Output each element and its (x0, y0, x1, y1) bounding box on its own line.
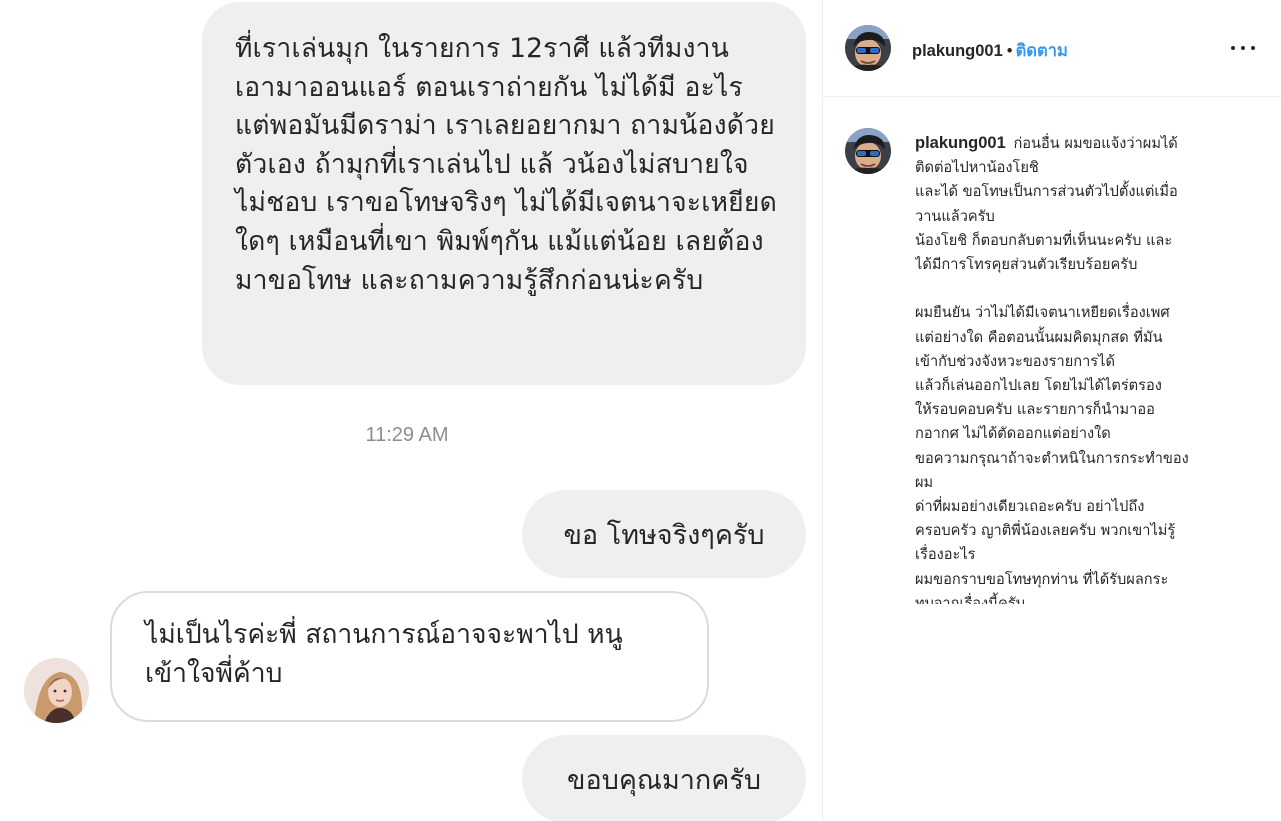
message-bubble-outgoing: ขอ โทษจริงๆครับ (522, 490, 806, 578)
message-line: เอามาออนแอร์ ตอนเราถ่ายกัน ไม่ได้มี (235, 71, 676, 103)
profile-avatar-icon (845, 128, 891, 174)
caption-line: น้องโยชิ ก็ตอบกลับตามที่เห็นนะครับ และ (915, 231, 1173, 249)
caption-line: ผม (915, 473, 934, 491)
caption-line: กอากศ ไม่ได้ตัดออกแต่อย่างใด (915, 425, 1111, 443)
caption-line: ครอบครัว ญาติพี่น้องเลยครับ พวกเขาไม่รู้ (915, 522, 1176, 540)
caption-line: แต่อย่างใด คือตอนนั้นผมคิดมุกสด ที่มัน (915, 328, 1163, 346)
profile-avatar-icon (845, 25, 891, 71)
caption-line: ด่าที่ผมอย่างเดียวเถอะครับ อย่าไปถึง (915, 498, 1145, 516)
message-line: ไม่เป็นไรค่ะพี่ สถานการณ์อาจจะพาไป หนู (145, 619, 623, 650)
caption-first-line: plakung001 ก่อนอื่น ผมขอแจ้งว่าผมได้ (915, 131, 1255, 156)
message-line: เข้าใจพี่ค้าบ (145, 658, 283, 689)
post-header: plakung001 • ติดตาม (823, 0, 1281, 97)
caption-username-link[interactable]: plakung001 (915, 134, 1006, 152)
post-panel: plakung001 • ติดตาม plakung001 ก่อนอื่น ผม… (823, 0, 1281, 821)
message-line: ที่เราเล่นมุก ในรายการ 12ราศี แล้วทีมงาน (235, 33, 730, 64)
message-line: และถามความรู้สึกก่อนน่ะครับ (360, 264, 704, 296)
caption-line: เรื่องอะไร (915, 546, 976, 564)
caption-line: ขอความกรุณาถ้าจะตำหนิในการกระทำของ (915, 449, 1189, 467)
avatar[interactable] (845, 25, 891, 71)
caption-line: ผมยืนยัน ว่าไม่ได้มีเจตนาเหยียดเรื่องเพศ (915, 304, 1170, 322)
contact-avatar-icon (24, 658, 89, 723)
caption-line: ให้รอบคอบครับ และรายการก็นำมาออ (915, 401, 1155, 419)
caption-line: ก่อนอื่น ผมขอแจ้งว่าผมได้ (1013, 135, 1178, 152)
post-username-link[interactable]: plakung001 (912, 42, 1003, 60)
avatar[interactable] (845, 128, 891, 174)
separator-dot: • (1006, 42, 1013, 60)
caption-line: วานแล้วครับ (915, 207, 995, 225)
caption-line: ติดต่อไปหาน้องโยชิ (915, 159, 1039, 177)
caption-line: เข้ากับช่วงจังหวะของรายการได้ (915, 352, 1115, 370)
caption-line: ผมขอกราบขอโทษทุกท่าน ที่ได้รับผลกระ (915, 570, 1169, 588)
follow-button[interactable]: ติดตาม (1016, 42, 1068, 60)
message-bubble-outgoing: ขอบคุณมากครับ (522, 735, 806, 821)
post-caption: plakung001 ก่อนอื่น ผมขอแจ้งว่าผมได้ ติด… (915, 131, 1255, 604)
post-author-line: plakung001 • ติดตาม (912, 38, 1068, 64)
chat-screenshot: ที่เราเล่นมุก ในรายการ 12ราศี แล้วทีมงาน… (0, 0, 822, 821)
caption-line: และได้ ขอโทษเป็นการส่วนตัวไปตั้งแต่เมื่อ (915, 183, 1178, 201)
message-text: ขอบคุณมากครับ (567, 764, 761, 796)
caption-line: ได้มีการโทรคุยส่วนตัวเรียบร้อยครับ (915, 256, 1138, 274)
message-bubble-incoming: ไม่เป็นไรค่ะพี่ สถานการณ์อาจจะพาไป หนู เ… (110, 591, 709, 722)
caption-line: ทบจากเรื่องนี้ครับ (915, 594, 1026, 604)
message-bubble-outgoing: ที่เราเล่นมุก ในรายการ 12ราศี แล้วทีมงาน… (202, 2, 806, 385)
caption-line: แล้วก็เล่นออกไปเลย โดยไม่ได้ไตร่ตรอง (915, 377, 1162, 395)
avatar (24, 658, 89, 723)
more-options-button[interactable] (1227, 36, 1259, 60)
message-timestamp: 11:29 AM (365, 424, 449, 446)
message-text: ขอ โทษจริงๆครับ (563, 519, 765, 551)
